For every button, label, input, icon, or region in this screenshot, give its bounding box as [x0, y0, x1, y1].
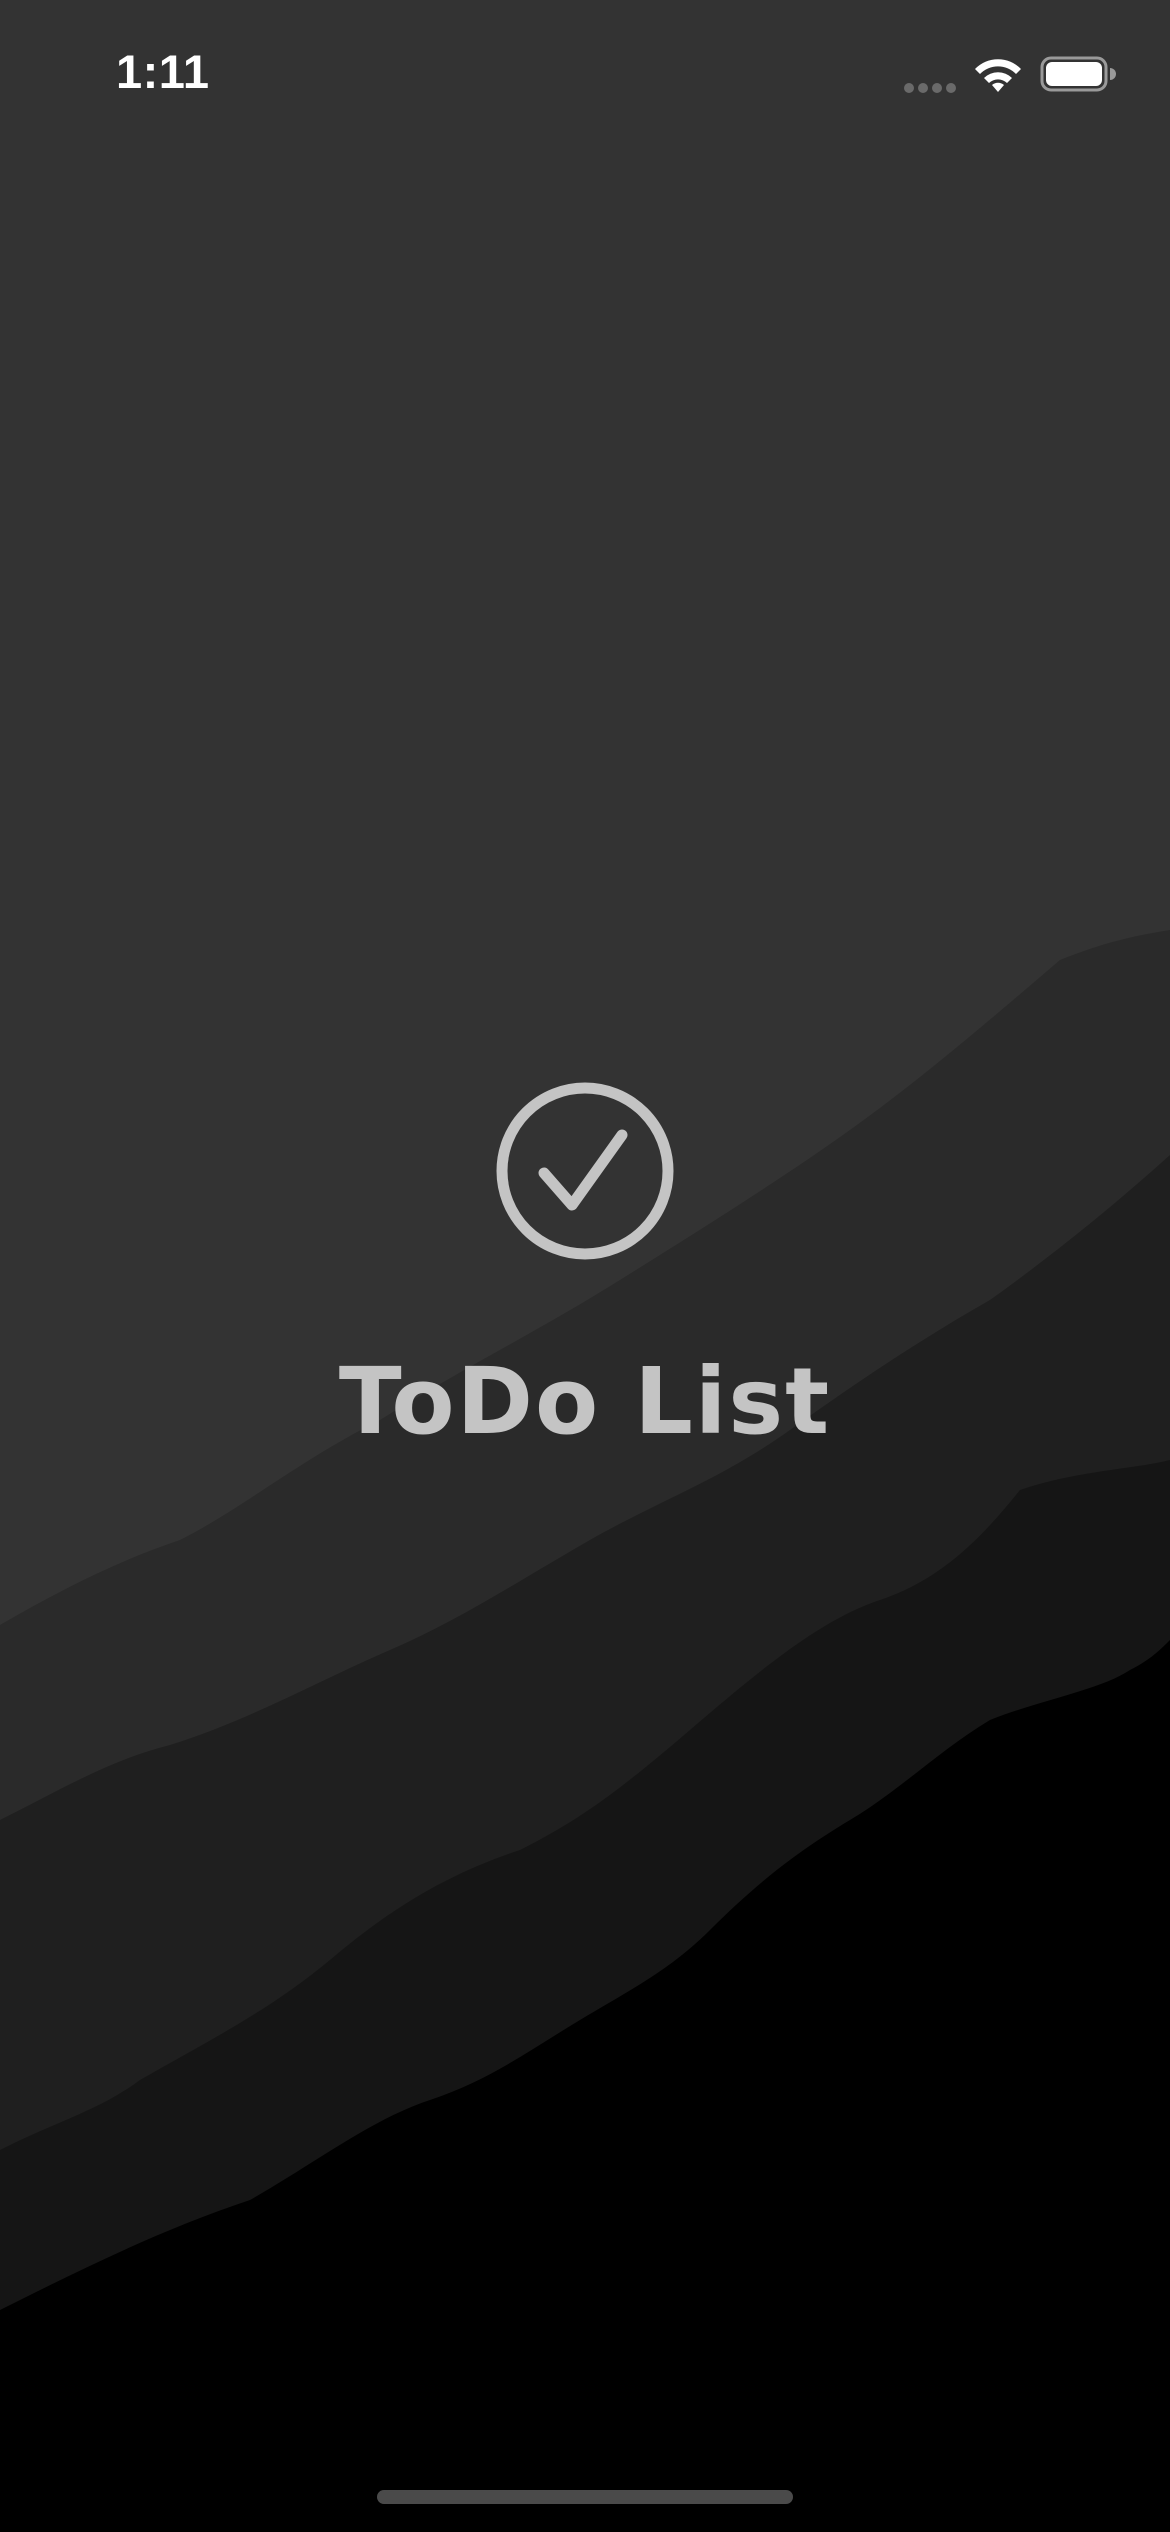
battery-icon	[1040, 56, 1116, 92]
splash-screen: 1:11 ToDo List	[0, 0, 1170, 2532]
status-bar: 1:11	[0, 0, 1170, 150]
cellular-signal-icon	[904, 80, 960, 93]
mountain-background	[0, 0, 1170, 2532]
checkmark-circle-icon	[496, 1082, 674, 1260]
home-indicator[interactable]	[377, 2490, 793, 2504]
status-time: 1:11	[116, 45, 210, 98]
wifi-icon	[975, 59, 1021, 92]
app-title: ToDo List	[338, 1348, 832, 1455]
